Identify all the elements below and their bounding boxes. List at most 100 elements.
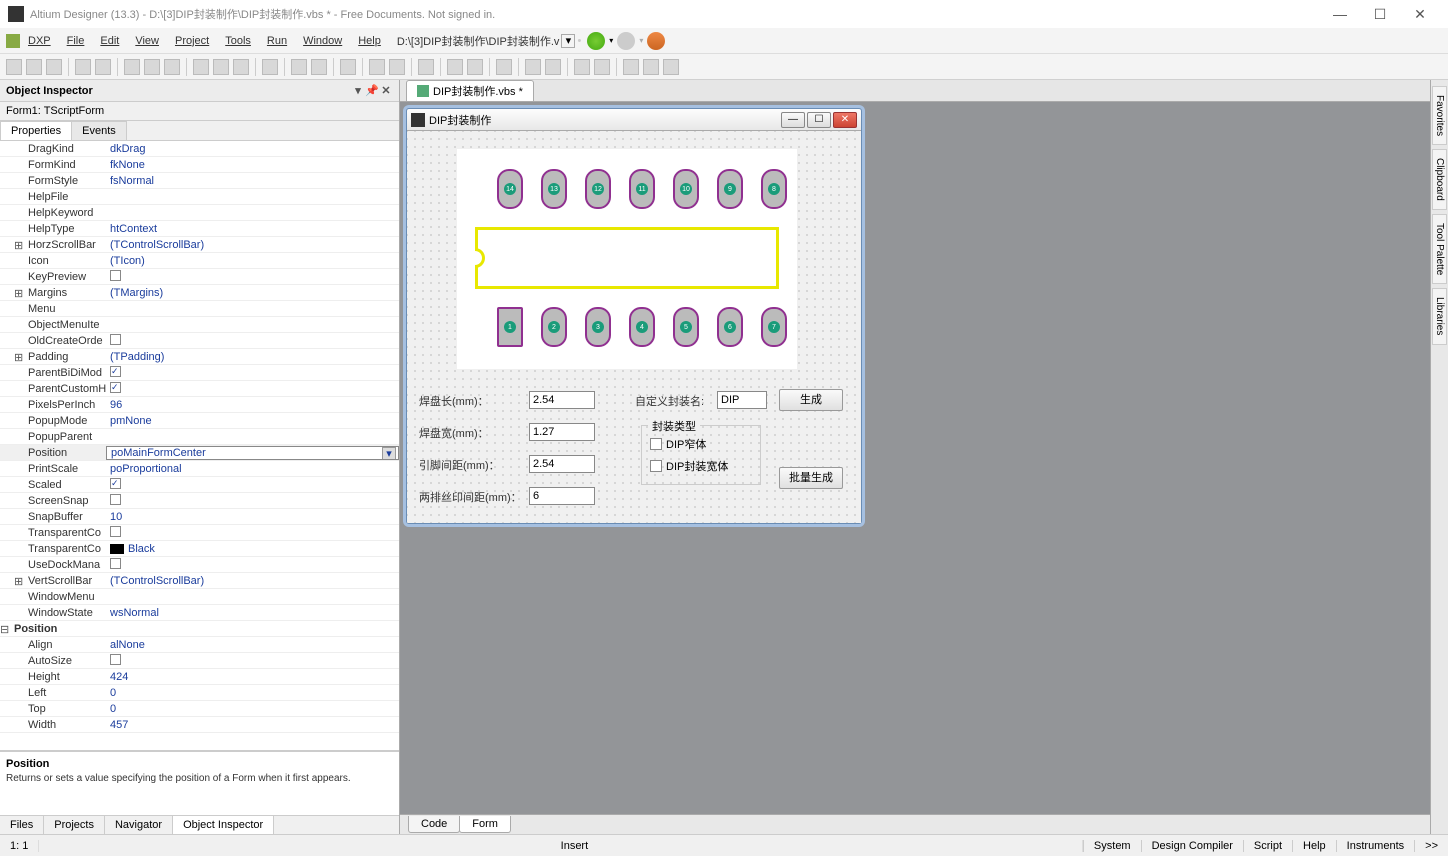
status-script[interactable]: Script <box>1243 840 1292 852</box>
property-row[interactable]: PopupModepmNone <box>0 413 399 429</box>
checkbox-icon[interactable] <box>110 366 121 377</box>
input-custom-name[interactable] <box>717 391 767 409</box>
property-value[interactable]: fsNormal <box>106 175 399 187</box>
menu-view[interactable]: View <box>127 32 167 50</box>
property-row[interactable]: Scaled <box>0 477 399 493</box>
check-wide[interactable]: DIP封装宽体 <box>650 458 728 474</box>
undo-icon[interactable] <box>291 59 307 75</box>
checkbox-icon[interactable] <box>110 558 121 569</box>
property-value[interactable] <box>106 654 399 668</box>
menu-file[interactable]: File <box>59 32 93 50</box>
property-value[interactable] <box>106 270 399 284</box>
property-row[interactable]: AlignalNone <box>0 637 399 653</box>
property-row[interactable]: PositionpoMainFormCenter▾ <box>0 445 399 461</box>
tool3-icon[interactable] <box>467 59 483 75</box>
status-help[interactable]: Help <box>1292 840 1336 852</box>
list2-icon[interactable] <box>594 59 610 75</box>
form-name-label[interactable]: Form1: TScriptForm <box>0 102 399 121</box>
menu-edit[interactable]: Edit <box>92 32 127 50</box>
form-close-button[interactable]: ✕ <box>833 112 857 128</box>
rtab-libraries[interactable]: Libraries <box>1432 288 1447 344</box>
property-value[interactable]: (TControlScrollBar) <box>106 575 399 587</box>
status-more[interactable]: >> <box>1414 840 1448 852</box>
print-icon[interactable] <box>75 59 91 75</box>
property-row[interactable]: ParentCustomH <box>0 381 399 397</box>
doc3-icon[interactable] <box>663 59 679 75</box>
checkbox-icon[interactable] <box>110 494 121 505</box>
property-value[interactable]: 457 <box>106 719 399 731</box>
panel-close-icon[interactable]: ✕ <box>379 84 393 97</box>
menu-tools[interactable]: Tools <box>217 32 259 50</box>
input-pin-pitch[interactable] <box>529 455 595 473</box>
property-row[interactable]: WindowMenu <box>0 589 399 605</box>
nav-back-dd[interactable]: ▾ <box>609 36 613 45</box>
property-row[interactable]: HelpKeyword <box>0 205 399 221</box>
open-icon[interactable] <box>26 59 42 75</box>
nav-back-icon[interactable] <box>587 32 605 50</box>
device-icon[interactable] <box>144 59 160 75</box>
property-value[interactable]: 0 <box>106 703 399 715</box>
property-value[interactable]: dkDrag <box>106 143 399 155</box>
property-value[interactable]: Black <box>106 543 399 555</box>
form-minimize-button[interactable]: — <box>781 112 805 128</box>
checkbox-icon[interactable] <box>110 654 121 665</box>
paste-icon[interactable] <box>233 59 249 75</box>
menu-help[interactable]: Help <box>350 32 389 50</box>
panel-dropdown-icon[interactable]: ▾ <box>351 84 365 97</box>
home-icon[interactable] <box>647 32 665 50</box>
property-row[interactable]: Icon(TIcon) <box>0 253 399 269</box>
form-titlebar[interactable]: DIP封装制作 — ☐ ✕ <box>407 109 861 131</box>
generate-button[interactable]: 生成 <box>779 389 843 411</box>
property-row[interactable]: Menu <box>0 301 399 317</box>
rtab-clipboard[interactable]: Clipboard <box>1432 149 1447 210</box>
menu-dxp[interactable]: DXP <box>20 32 59 50</box>
property-value[interactable]: pmNone <box>106 415 399 427</box>
panel-pin-icon[interactable]: 📌 <box>365 84 379 97</box>
property-row[interactable]: HelpFile <box>0 189 399 205</box>
property-row[interactable]: AutoSize <box>0 653 399 669</box>
checkbox-icon[interactable] <box>110 334 121 345</box>
form-designer-window[interactable]: DIP封装制作 — ☐ ✕ 141312111098 1234567 焊盘长(m… <box>406 108 862 524</box>
path-selector[interactable]: D:\[3]DIP封装制作\DIP封装制作.v ▾ <box>397 33 576 49</box>
menu-window[interactable]: Window <box>295 32 350 50</box>
checkbox-icon[interactable] <box>110 526 121 537</box>
property-row[interactable]: Padding(TPadding) <box>0 349 399 365</box>
property-value[interactable] <box>106 334 399 348</box>
property-value[interactable]: (TControlScrollBar) <box>106 239 399 251</box>
status-design-compiler[interactable]: Design Compiler <box>1141 840 1243 852</box>
input-silk-gap[interactable] <box>529 487 595 505</box>
property-row[interactable]: PopupParent <box>0 429 399 445</box>
path-dropdown-icon[interactable]: ▾ <box>561 34 575 48</box>
property-row[interactable]: Top0 <box>0 701 399 717</box>
workspace-icon[interactable] <box>124 59 140 75</box>
property-row[interactable]: HelpTypehtContext <box>0 221 399 237</box>
property-row[interactable]: DragKinddkDrag <box>0 141 399 157</box>
property-value[interactable]: poProportional <box>106 463 399 475</box>
tool4-icon[interactable] <box>496 59 512 75</box>
property-row[interactable]: TransparentCo <box>0 525 399 541</box>
input-pad-length[interactable] <box>529 391 595 409</box>
tab-events[interactable]: Events <box>71 121 127 140</box>
property-row[interactable]: OldCreateOrde <box>0 333 399 349</box>
close-button[interactable]: ✕ <box>1400 6 1440 23</box>
property-row[interactable]: UseDockMana <box>0 557 399 573</box>
property-row[interactable]: ScreenSnap <box>0 493 399 509</box>
status-system[interactable]: System <box>1083 840 1141 852</box>
tab-projects[interactable]: Projects <box>44 816 105 834</box>
rtab-tool-palette[interactable]: Tool Palette <box>1432 214 1447 284</box>
minimize-button[interactable]: — <box>1320 6 1360 22</box>
input-pad-width[interactable] <box>529 423 595 441</box>
property-value[interactable]: 10 <box>106 511 399 523</box>
property-row[interactable]: TransparentCoBlack <box>0 541 399 557</box>
form-body[interactable]: 141312111098 1234567 焊盘长(mm)： 焊盘宽(mm)： 引… <box>407 131 861 523</box>
new-icon[interactable] <box>6 59 22 75</box>
property-row[interactable]: FormKindfkNone <box>0 157 399 173</box>
property-value[interactable]: fkNone <box>106 159 399 171</box>
property-row[interactable]: SnapBuffer10 <box>0 509 399 525</box>
property-row[interactable]: ParentBiDiMod <box>0 365 399 381</box>
check-narrow[interactable]: DIP窄体 <box>650 436 706 452</box>
maximize-button[interactable]: ☐ <box>1360 6 1400 23</box>
property-row[interactable]: PixelsPerInch96 <box>0 397 399 413</box>
property-value[interactable] <box>106 382 399 395</box>
property-value[interactable]: alNone <box>106 639 399 651</box>
